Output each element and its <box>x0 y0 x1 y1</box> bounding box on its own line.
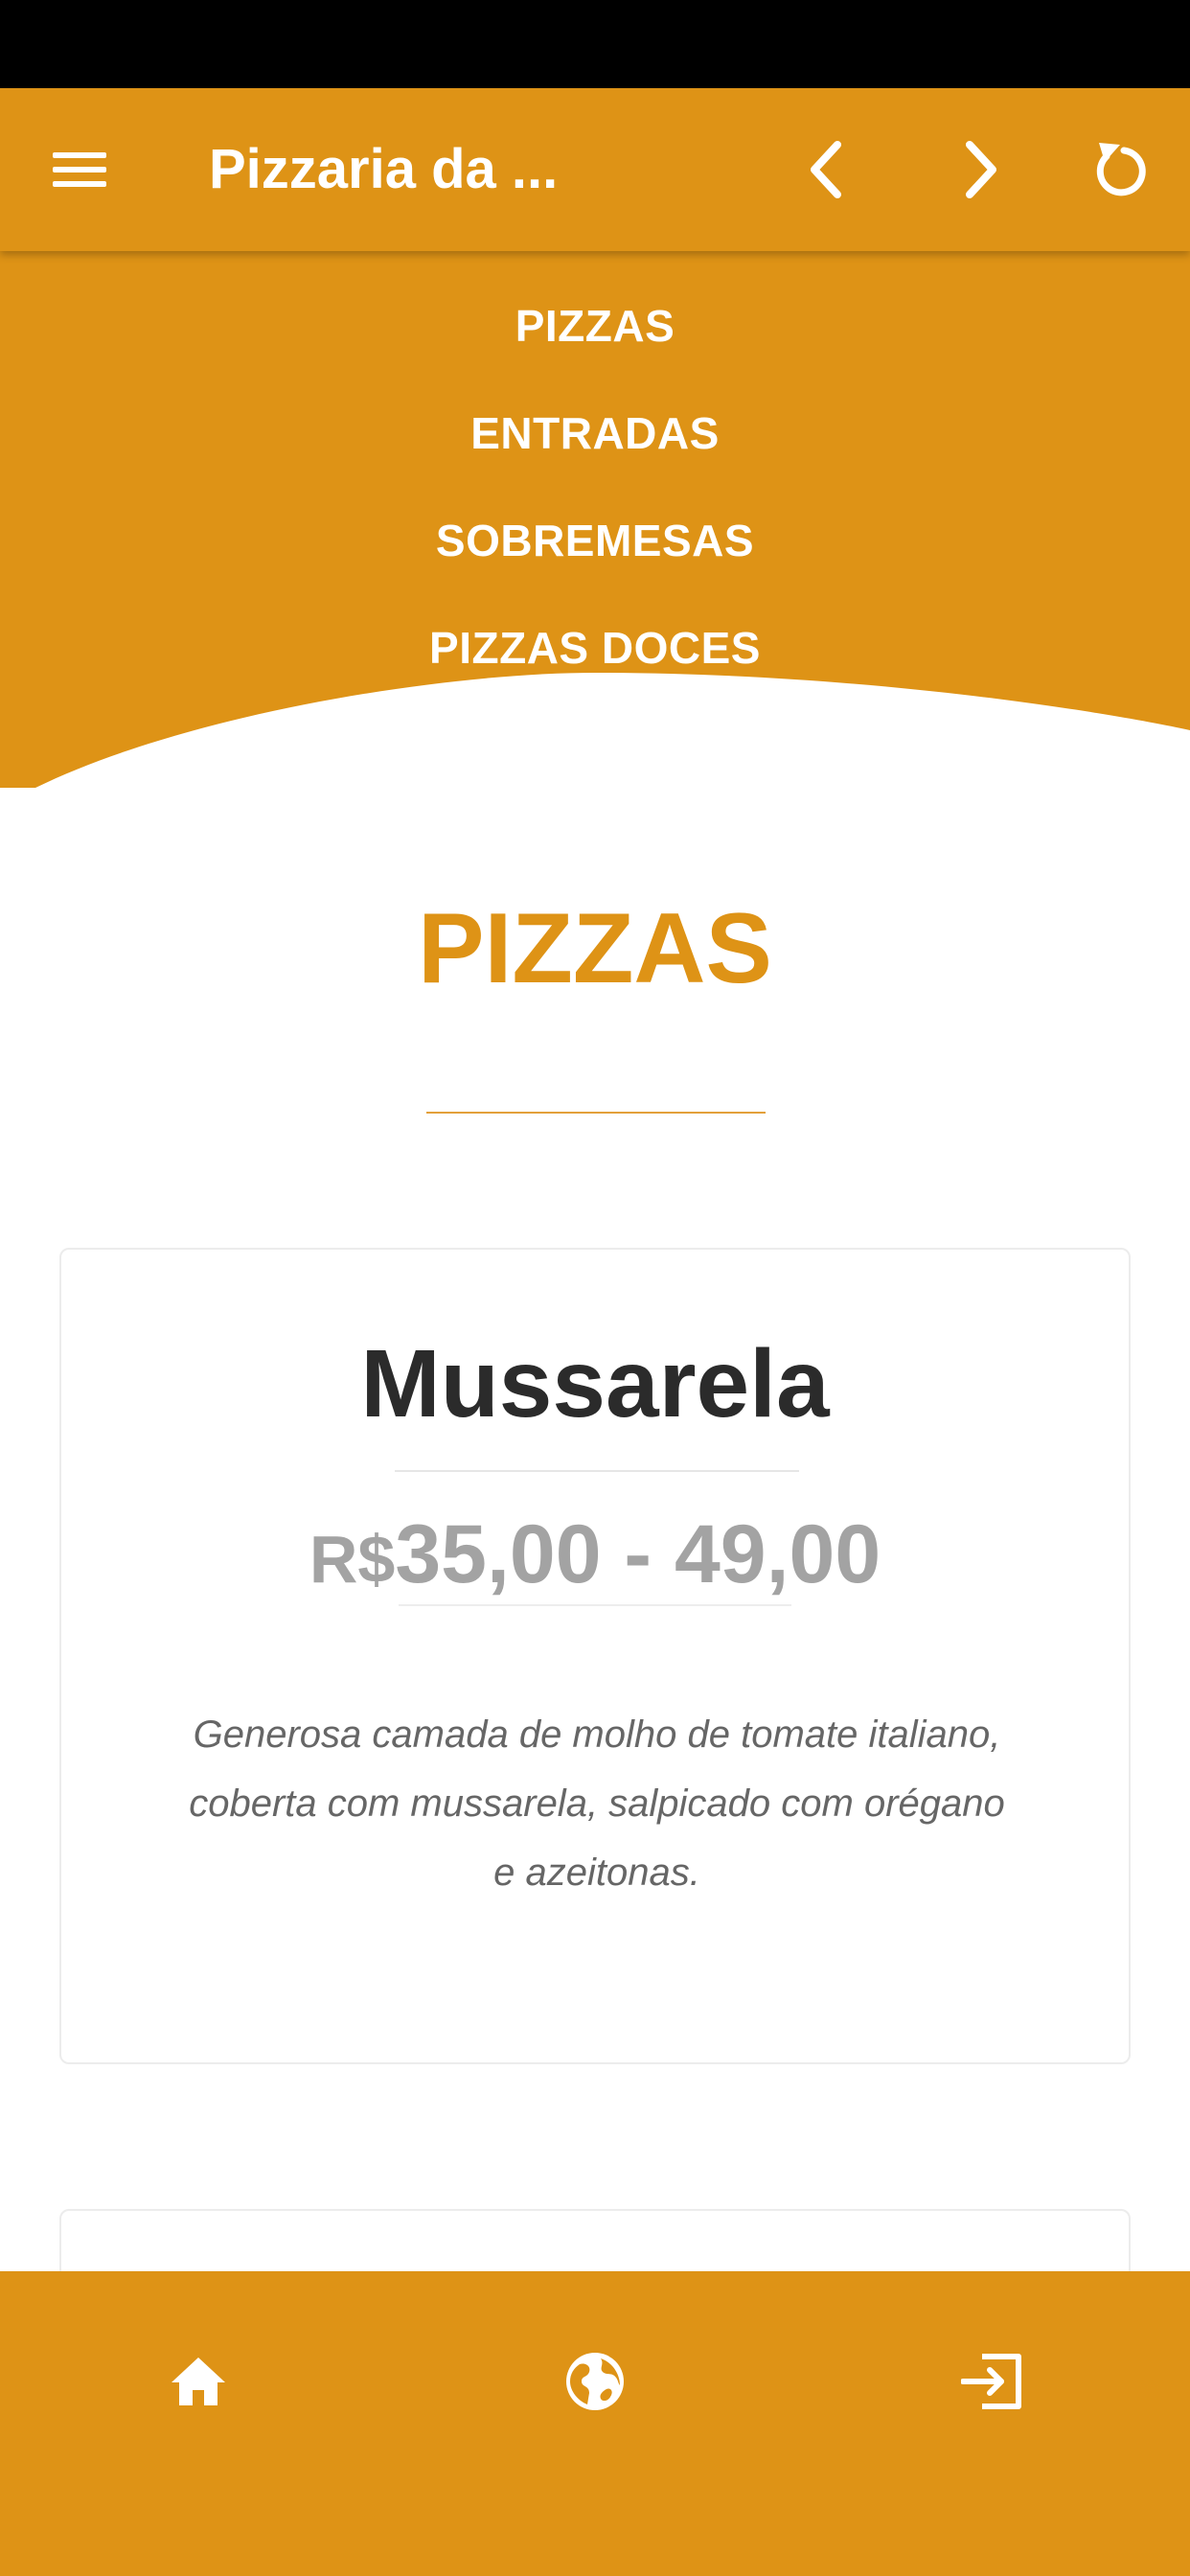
app-title: Pizzaria da ... <box>209 138 559 200</box>
category-link-sobremesas[interactable]: SOBREMESAS <box>0 487 1190 594</box>
globe-icon[interactable] <box>542 2329 648 2434</box>
category-hero: PIZZAS ENTRADAS SOBREMESAS PIZZAS DOCES <box>0 251 1190 788</box>
product-card[interactable]: Mussarela R$35,00 - 49,00 Generosa camad… <box>59 1248 1131 2064</box>
chevron-left-icon[interactable] <box>784 126 870 213</box>
category-link-entradas[interactable]: ENTRADAS <box>0 380 1190 487</box>
chevron-right-icon[interactable] <box>937 126 1023 213</box>
hero-curve-divider <box>35 673 1190 788</box>
category-link-pizzas[interactable]: PIZZAS <box>0 272 1190 380</box>
section-divider <box>426 1112 766 1114</box>
menu-icon[interactable] <box>36 126 123 213</box>
app-bar: Pizzaria da ... <box>0 88 1190 251</box>
status-bar <box>0 0 1190 88</box>
refresh-icon[interactable] <box>1079 126 1165 213</box>
product-price: R$35,00 - 49,00 <box>61 1506 1129 1607</box>
product-description: Generosa camada de molho de tomate itali… <box>189 1714 1005 1894</box>
section-title: PIZZAS <box>418 893 772 1004</box>
price-range: 35,00 - 49,00 <box>395 1508 881 1600</box>
home-icon[interactable] <box>146 2329 251 2434</box>
price-currency: R$ <box>309 1522 396 1597</box>
product-divider <box>395 1470 799 1472</box>
bottom-nav <box>0 2271 1190 2576</box>
exit-icon[interactable] <box>939 2329 1044 2434</box>
product-name: Mussarela <box>360 1330 830 1438</box>
price-underline <box>399 1604 791 1606</box>
category-nav: PIZZAS ENTRADAS SOBREMESAS PIZZAS DOCES <box>0 272 1190 702</box>
